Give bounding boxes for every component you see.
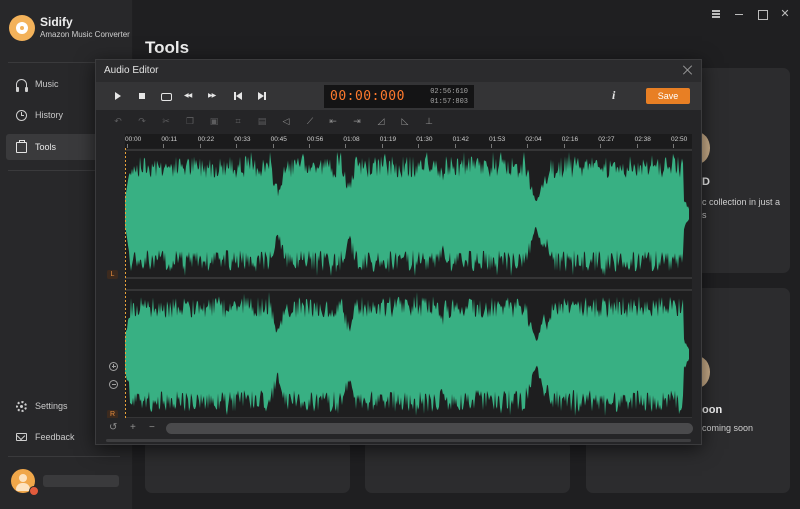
ruler-tick-label: 00:45 xyxy=(270,136,287,143)
logo-icon xyxy=(9,15,35,41)
sidebar-item-label: History xyxy=(35,110,64,120)
sidebar-item-label: Music xyxy=(35,79,59,89)
badge-icon xyxy=(29,486,39,496)
menu-icon[interactable] xyxy=(711,9,721,19)
time-ruler[interactable]: 00:00 00:11 00:22 00:33 00:45 00:56 01:08 01:19… xyxy=(125,134,692,148)
dialog-header: Audio Editor xyxy=(96,60,701,82)
app-logo: Sidify Amazon Music Converter xyxy=(9,15,130,41)
editor-bottom-bar: ↺ + − xyxy=(96,362,701,444)
mail-icon xyxy=(16,433,27,441)
card-desc: s xyxy=(702,210,707,220)
ruler-tick-label: 00:11 xyxy=(161,136,178,143)
horizontal-scrollbar[interactable] xyxy=(106,439,691,442)
waveform-channel xyxy=(125,292,689,416)
app-window: Sidify Amazon Music Converter Music Hist… xyxy=(0,0,800,509)
audio-editor-dialog: Audio Editor 00:00:000 02:56:610 01:57:8… xyxy=(95,59,702,445)
total-time: 02:56:610 xyxy=(430,88,468,96)
ruler-tick-label: 00:00 xyxy=(125,136,142,143)
ruler-tick-label: 01:42 xyxy=(452,136,469,143)
cut-icon[interactable]: ✂ xyxy=(161,117,171,127)
tool-card[interactable] xyxy=(365,440,570,493)
play-icon[interactable] xyxy=(112,90,124,102)
timeline-scroll[interactable] xyxy=(166,423,693,434)
waveform-panel: 00:00 00:11 00:22 00:33 00:45 00:56 01:08 01:19… xyxy=(96,134,701,424)
gear-icon xyxy=(16,400,27,412)
paste-icon[interactable]: ▣ xyxy=(209,117,219,127)
ruler-tick-label: 02:16 xyxy=(561,136,579,143)
window-controls: ✕ xyxy=(711,9,790,20)
card-desc: c collection in just a xyxy=(702,197,781,207)
fade-curve-icon[interactable]: ⟋ xyxy=(305,117,315,127)
channel-left-label: L xyxy=(107,270,118,279)
skip-forward-icon[interactable] xyxy=(256,90,268,102)
crop-icon[interactable]: ⌗ xyxy=(233,117,243,127)
close-icon[interactable]: ✕ xyxy=(780,9,790,20)
waveform-svg[interactable] xyxy=(125,148,692,420)
close-icon[interactable] xyxy=(682,64,694,76)
reset-icon[interactable]: ↺ xyxy=(109,423,117,433)
card-title: oon xyxy=(702,404,723,416)
trim-end-icon[interactable]: ⇥ xyxy=(352,117,362,127)
edit-toolbar: ↶ ↷ ✂ ❐ ▣ ⌗ ▤ ◁ ⟋ ⇤ ⇥ ◿ ◺ ⊥ xyxy=(96,110,701,134)
sidebar-divider xyxy=(8,456,120,457)
waveform-channel xyxy=(125,152,689,276)
ruler-tick-label: 01:53 xyxy=(489,136,506,143)
trim-start-icon[interactable]: ⇤ xyxy=(328,117,338,127)
ruler-tick-label: 02:50 xyxy=(671,136,688,143)
redo-icon[interactable]: ↷ xyxy=(137,117,147,127)
stop-icon[interactable] xyxy=(136,90,148,102)
dialog-title: Audio Editor xyxy=(104,65,159,76)
fade-in-icon[interactable]: ◿ xyxy=(376,117,386,127)
ruler-tick-label: 01:19 xyxy=(379,136,397,143)
avatar[interactable] xyxy=(11,469,39,496)
card-title: D xyxy=(702,176,710,188)
rewind-icon[interactable] xyxy=(184,90,196,102)
ruler-tick-label: 01:08 xyxy=(343,136,360,143)
clock-icon xyxy=(16,109,27,121)
plus-icon[interactable]: + xyxy=(130,423,136,433)
zoom-out-icon[interactable] xyxy=(109,380,118,389)
transport-bar: 00:00:000 02:56:610 01:57:803 i Save xyxy=(96,82,701,110)
time-display: 00:00:000 02:56:610 01:57:803 xyxy=(324,85,474,108)
card-desc: coming soon xyxy=(702,423,754,433)
silence-icon[interactable]: ⊥ xyxy=(424,117,434,127)
ruler-tick-label: 02:27 xyxy=(598,136,615,143)
sidebar-item-label: Tools xyxy=(35,142,57,152)
waveform-canvas[interactable] xyxy=(125,148,692,420)
sidebar-item-label: Feedback xyxy=(35,432,75,442)
ruler-tick-label: 00:56 xyxy=(307,136,324,143)
skip-back-icon[interactable] xyxy=(232,90,244,102)
ruler-tick-label: 00:22 xyxy=(197,136,215,143)
sidebar-item-label: Settings xyxy=(35,401,68,411)
user-profile[interactable] xyxy=(11,469,119,496)
page-title: Tools xyxy=(145,38,190,57)
loop-icon[interactable] xyxy=(160,90,172,102)
toolbox-icon xyxy=(16,139,27,153)
ruler-tick-label: 02:04 xyxy=(525,136,542,143)
info-icon[interactable]: i xyxy=(612,88,615,103)
tool-card[interactable] xyxy=(145,440,350,493)
current-time: 00:00:000 xyxy=(330,89,405,104)
zoom-in-icon[interactable] xyxy=(109,362,118,371)
delete-icon[interactable]: ▤ xyxy=(257,117,267,127)
fast-forward-icon[interactable] xyxy=(208,90,220,102)
app-name: Sidify xyxy=(40,15,73,29)
ruler-tick-label: 00:33 xyxy=(234,136,251,143)
ruler-tick-label: 02:38 xyxy=(634,136,651,143)
user-name-blurred xyxy=(43,475,119,487)
maximize-icon[interactable] xyxy=(757,9,768,20)
ruler-tick-label: 01:30 xyxy=(416,136,433,143)
copy-icon[interactable]: ❐ xyxy=(185,117,195,127)
fade-out-icon[interactable]: ◺ xyxy=(400,117,410,127)
minimize-icon[interactable] xyxy=(734,9,744,19)
headphones-icon xyxy=(15,78,28,92)
volume-icon[interactable]: ◁ xyxy=(281,117,291,127)
minus-icon[interactable]: − xyxy=(149,423,155,433)
selection-time: 01:57:803 xyxy=(430,98,468,106)
brand: Sidify Amazon Music Converter xyxy=(40,15,130,41)
save-button[interactable]: Save xyxy=(646,88,690,104)
undo-icon[interactable]: ↶ xyxy=(113,117,123,127)
app-subtitle: Amazon Music Converter xyxy=(40,30,130,39)
